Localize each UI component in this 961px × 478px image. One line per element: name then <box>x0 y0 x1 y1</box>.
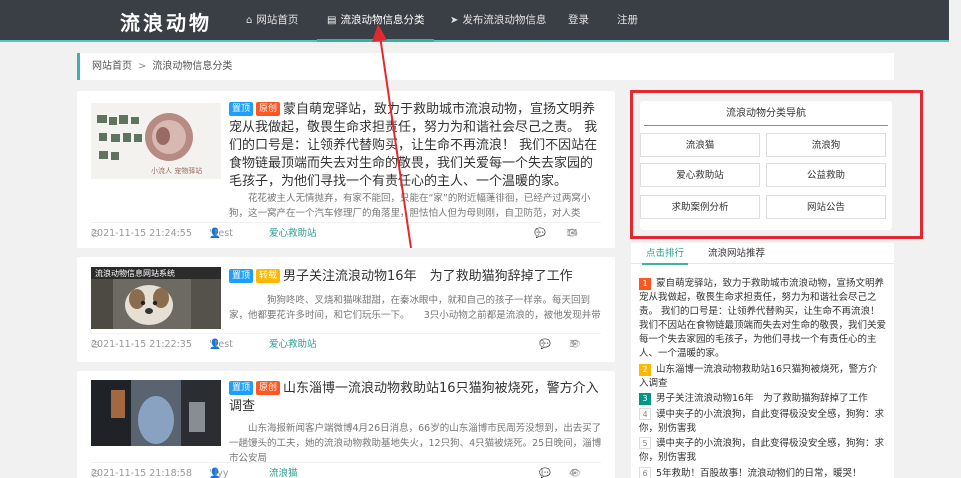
nav-home[interactable]: ⌂ 网站首页 <box>246 0 298 40</box>
breadcrumb-separator: > <box>138 61 147 72</box>
rank-number: 6 <box>639 466 651 478</box>
svg-text:小流人 宠物驿站: 小流人 宠物驿站 <box>151 166 202 175</box>
article-thumbnail[interactable]: 流浪动物信息网站系统 <box>91 267 221 329</box>
rank-number: 1 <box>639 278 651 290</box>
page-scrollbar[interactable] <box>949 0 961 478</box>
breadcrumb: 网站首页 > 流浪动物信息分类 <box>77 53 894 80</box>
breadcrumb-home[interactable]: 网站首页 <box>92 61 132 72</box>
ranking-tabs: 点击排行 流浪网站推荐 <box>631 243 894 265</box>
nav-category-label: 流浪动物信息分类 <box>340 14 425 26</box>
badge-top: 置顶 <box>229 269 254 283</box>
badge-repost: 转载 <box>256 269 281 283</box>
breadcrumb-current[interactable]: 流浪动物信息分类 <box>152 61 232 72</box>
ranking-item[interactable]: 2 山东淄博一流浪动物救助站16只猫狗被烧死，警方介入调查 <box>639 363 886 391</box>
rank-number: 3 <box>639 393 651 405</box>
rank-number: 5 <box>639 437 651 449</box>
rank-text: 男子关注流浪动物16年 为了救助猫狗辞掉了工作 <box>656 393 868 404</box>
nav-login[interactable]: 登录 <box>568 0 589 40</box>
article-excerpt: 花花被主人无情抛弃，有家不能回，只能在“家”的附近幅蓬徘徊，已经产过两窝小狗，这… <box>229 193 591 219</box>
home-icon: ⌂ <box>246 15 253 26</box>
rank-text: 谟中夹子的小流浪狗，自此变得极没安全感，狗狗：求你，别伤害我 <box>639 438 885 463</box>
ranking-panel: 点击排行 流浪网站推荐 1 蒙自萌宠驿站，致力于救助城市流浪动物，宣扬文明养宠从我… <box>631 243 894 478</box>
article-card: 小流人 宠物驿站 置顶 原创 蒙自萌宠驿站，致力于救助城市流浪动物，宣扬文明养宠从我… <box>77 91 615 248</box>
ranking-item[interactable]: 4 谟中夹子的小流浪狗，自此变得极没安全感，狗狗：求你，别伤害我 <box>639 407 886 436</box>
article-title-text: 山东淄博一流浪动物救助站16只猫狗被烧死，警方介入调查 <box>229 381 599 414</box>
send-icon: ➤ <box>450 15 459 26</box>
top-navbar: 流浪动物 ⌂ 网站首页 ▤ 流浪动物信息分类 ➤ 发布流浪动物信息 登录 注册 <box>0 0 961 42</box>
article-title[interactable]: 置顶 转载 男子关注流浪动物16年 为了救助猫狗辞掉了工作 <box>229 268 603 286</box>
annotation-highlight-box <box>630 90 923 239</box>
nav-login-label: 登录 <box>568 14 589 26</box>
badge-top: 置顶 <box>229 102 254 116</box>
rank-number: 4 <box>639 407 651 420</box>
article-meta: ◷ 2021-11-15 21:18:58 👤 ' lyy 流浪猫 💬 1 👁 4 <box>91 462 601 478</box>
rank-text: 蒙自萌宠驿站，致力于救助城市流浪动物，宣扬文明养宠从我做起，敬畏生命求担责任，努… <box>639 278 887 359</box>
tab-click-ranking[interactable]: 点击排行 <box>641 243 689 265</box>
rank-text: 5年救助！百股故事！流浪动物们的日常，暖哭！ <box>656 467 862 478</box>
site-logo[interactable]: 流浪动物 <box>120 7 212 36</box>
ranking-item[interactable]: 3 男子关注流浪动物16年 为了救助猫狗辞掉了工作 <box>639 392 886 406</box>
article-meta: ◷ 2021-11-15 21:24:55 👤 ' test 爱心救助站 💬 0 … <box>91 222 601 244</box>
nav-register-label: 注册 <box>617 14 638 26</box>
rank-text: 山东淄博一流浪动物救助站16只猫狗被烧死，警方介入调查 <box>639 363 878 389</box>
rank-number: 2 <box>639 363 651 376</box>
nav-register[interactable]: 注册 <box>617 0 638 40</box>
article-thumbnail[interactable]: 小流人 宠物驿站 <box>91 103 221 179</box>
nav-publish-label: 发布流浪动物信息 <box>462 14 547 26</box>
article-meta: ◷ 2021-11-15 21:22:35 👤 ' test 爱心救助站 💬 0 … <box>91 333 601 355</box>
rank-text: 谟中夹子的小流浪狗，自此变得极没安全感，狗狗：求你，别伤害我 <box>639 408 885 434</box>
article-thumbnail[interactable] <box>91 380 221 446</box>
ranking-list: 1 蒙自萌宠驿站，致力于救助城市流浪动物，宣扬文明养宠从我做起，敬畏生命求担责任，… <box>639 277 886 478</box>
category-link[interactable]: 爱心救助站 <box>269 334 317 356</box>
article-title-text: 男子关注流浪动物16年 为了救助猫狗辞掉了工作 <box>283 269 573 284</box>
category-link[interactable]: 流浪猫 <box>269 463 298 478</box>
ranking-item[interactable]: 5 谟中夹子的小流浪狗，自此变得极没安全感，狗狗：求你，别伤害我 <box>639 437 886 465</box>
category-link[interactable]: 爱心救助站 <box>269 223 317 245</box>
ranking-item[interactable]: 6 5年救助！百股故事！流浪动物们的日常，暖哭！ <box>639 466 886 478</box>
nav-home-label: 网站首页 <box>256 14 299 26</box>
nav-publish[interactable]: ➤ 发布流浪动物信息 <box>450 0 546 40</box>
article-card: 流浪动物信息网站系统 置顶 转载 男子关注流浪动物16年 为了救助猫狗辞掉了工作 狗… <box>77 257 615 362</box>
article-excerpt: 山东海报新闻客户端微博4月26日消息，66岁的山东淄博市民周芳没想到，出去买了一… <box>229 423 602 464</box>
badge-original: 原创 <box>256 381 281 395</box>
article-card: 置顶 原创 山东淄博一流浪动物救助站16只猫狗被烧死，警方介入调查 山东海报新闻客户… <box>77 371 615 478</box>
article-excerpt: 狗狗咚咚、叉烧和猫咪甜甜，在秦冰眼中，就和自己的孩子一样亲。每天回到家，他都要花… <box>229 295 601 321</box>
thumb-caption: 流浪动物信息网站系统 <box>95 268 175 278</box>
badge-top: 置顶 <box>229 381 254 395</box>
document-icon: ▤ <box>327 15 337 26</box>
article-title[interactable]: 置顶 原创 山东淄博一流浪动物救助站16只猫狗被烧死，警方介入调查 <box>229 380 603 416</box>
nav-category[interactable]: ▤ 流浪动物信息分类 <box>317 0 435 42</box>
ranking-item[interactable]: 1 蒙自萌宠驿站，致力于救助城市流浪动物，宣扬文明养宠从我做起，敬畏生命求担责任，… <box>639 277 886 361</box>
article-title[interactable]: 置顶 原创 蒙自萌宠驿站，致力于救助城市流浪动物，宣扬文明养宠从我做起，敬畏生命求担… <box>229 101 603 191</box>
tab-site-recommend[interactable]: 流浪网站推荐 <box>708 243 765 264</box>
badge-original: 原创 <box>256 102 281 116</box>
article-title-text: 蒙自萌宠驿站，致力于救助城市流浪动物，宣扬文明养宠从我做起，敬畏生命求担责任，努… <box>229 102 598 189</box>
